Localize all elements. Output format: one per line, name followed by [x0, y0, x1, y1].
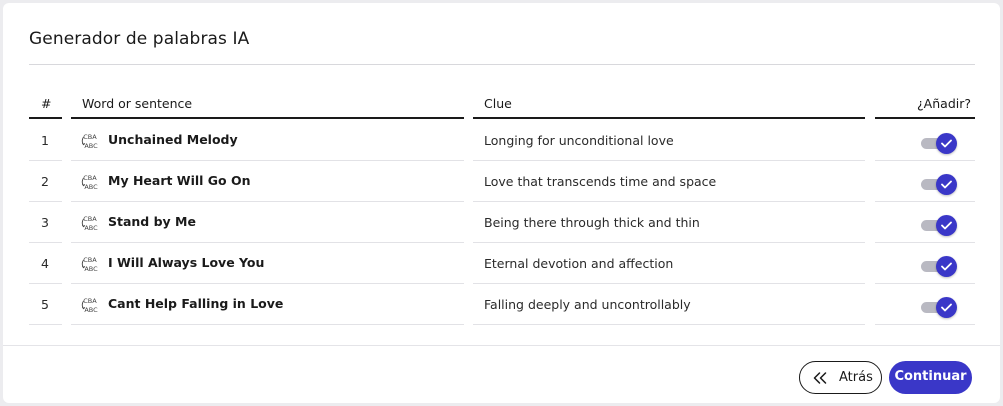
check-icon: [941, 221, 952, 230]
row-number-cell: 5: [29, 284, 62, 325]
table-row: 1 CBA ABC Unchained Melody Longing for u…: [3, 120, 1000, 161]
header-word-label: Word or sentence: [82, 96, 193, 111]
spell-abc-icon: CBA ABC: [81, 297, 98, 314]
double-chevron-left-icon: [813, 372, 827, 384]
toggle-knob: [936, 133, 957, 154]
row-clue: Falling deeply and uncontrollably: [484, 297, 691, 312]
add-toggle[interactable]: [921, 297, 957, 319]
footer-divider: [3, 345, 1000, 346]
back-button[interactable]: Atrás: [799, 361, 882, 394]
toggle-knob: [936, 215, 957, 236]
svg-text:ABC: ABC: [84, 183, 98, 191]
row-clue-cell: Love that transcends time and space: [473, 161, 865, 202]
header-clue-label: Clue: [484, 96, 512, 111]
check-icon: [941, 303, 952, 312]
add-toggle[interactable]: [921, 133, 957, 155]
row-clue: Eternal devotion and affection: [484, 256, 674, 271]
row-word-cell: CBA ABC Stand by Me: [71, 202, 464, 243]
row-clue-cell: Falling deeply and uncontrollably: [473, 284, 865, 325]
table-header: # Word or sentence Clue ¿Añadir?: [3, 91, 1000, 121]
row-number: 4: [41, 256, 49, 271]
check-icon: [941, 180, 952, 189]
dialog-title: Generador de palabras IA: [29, 29, 250, 49]
header-clue: Clue: [473, 91, 865, 119]
row-word: My Heart Will Go On: [108, 173, 251, 188]
row-word: Cant Help Falling in Love: [108, 296, 284, 311]
row-number: 2: [41, 174, 49, 189]
row-word-cell: CBA ABC Cant Help Falling in Love: [71, 284, 464, 325]
row-add-cell: [875, 243, 975, 284]
continue-button[interactable]: Continuar: [889, 361, 972, 394]
add-toggle[interactable]: [921, 215, 957, 237]
table-row: 3 CBA ABC Stand by Me Being there throug…: [3, 202, 1000, 243]
row-clue: Longing for unconditional love: [484, 133, 674, 148]
spell-abc-icon: CBA ABC: [81, 256, 98, 273]
add-toggle[interactable]: [921, 256, 957, 278]
spell-abc-icon: CBA ABC: [81, 215, 98, 232]
row-number-cell: 1: [29, 120, 62, 161]
svg-text:CBA: CBA: [83, 256, 97, 264]
spell-abc-icon: CBA ABC: [81, 133, 98, 150]
header-add: ¿Añadir?: [875, 91, 975, 119]
row-number-cell: 4: [29, 243, 62, 284]
row-word-cell: CBA ABC I Will Always Love You: [71, 243, 464, 284]
check-icon: [941, 139, 952, 148]
title-divider: [29, 64, 975, 65]
row-clue-cell: Longing for unconditional love: [473, 120, 865, 161]
row-word: Stand by Me: [108, 214, 196, 229]
header-number-label: #: [41, 96, 52, 111]
header-word: Word or sentence: [71, 91, 464, 119]
toggle-knob: [936, 297, 957, 318]
row-clue: Love that transcends time and space: [484, 174, 717, 189]
back-button-label: Atrás: [839, 370, 873, 385]
svg-text:CBA: CBA: [83, 133, 97, 141]
add-toggle[interactable]: [921, 174, 957, 196]
header-add-label: ¿Añadir?: [917, 96, 971, 111]
row-number: 1: [41, 133, 49, 148]
row-number-cell: 2: [29, 161, 62, 202]
header-number: #: [29, 91, 62, 119]
row-add-cell: [875, 284, 975, 325]
svg-text:ABC: ABC: [84, 265, 98, 273]
svg-text:ABC: ABC: [84, 224, 98, 232]
row-add-cell: [875, 161, 975, 202]
row-number: 5: [41, 297, 49, 312]
svg-text:CBA: CBA: [83, 297, 97, 305]
row-clue-cell: Eternal devotion and affection: [473, 243, 865, 284]
row-number-cell: 3: [29, 202, 62, 243]
svg-text:ABC: ABC: [84, 306, 98, 314]
row-clue-cell: Being there through thick and thin: [473, 202, 865, 243]
table-row: 2 CBA ABC My Heart Will Go On Love that …: [3, 161, 1000, 202]
svg-text:ABC: ABC: [84, 142, 98, 150]
svg-text:CBA: CBA: [83, 174, 97, 182]
check-icon: [941, 262, 952, 271]
row-number: 3: [41, 215, 49, 230]
row-clue: Being there through thick and thin: [484, 215, 700, 230]
row-add-cell: [875, 120, 975, 161]
svg-text:CBA: CBA: [83, 215, 97, 223]
row-word-cell: CBA ABC My Heart Will Go On: [71, 161, 464, 202]
row-word-cell: CBA ABC Unchained Melody: [71, 120, 464, 161]
table-row: 5 CBA ABC Cant Help Falling in Love Fall…: [3, 284, 1000, 325]
spell-abc-icon: CBA ABC: [81, 174, 98, 191]
toggle-knob: [936, 256, 957, 277]
word-generator-dialog: Generador de palabras IA # Word or sente…: [3, 3, 1000, 403]
row-word: I Will Always Love You: [108, 255, 265, 270]
row-add-cell: [875, 202, 975, 243]
toggle-knob: [936, 174, 957, 195]
row-word: Unchained Melody: [108, 132, 238, 147]
continue-button-label: Continuar: [894, 369, 967, 384]
table-row: 4 CBA ABC I Will Always Love You Eternal…: [3, 243, 1000, 284]
